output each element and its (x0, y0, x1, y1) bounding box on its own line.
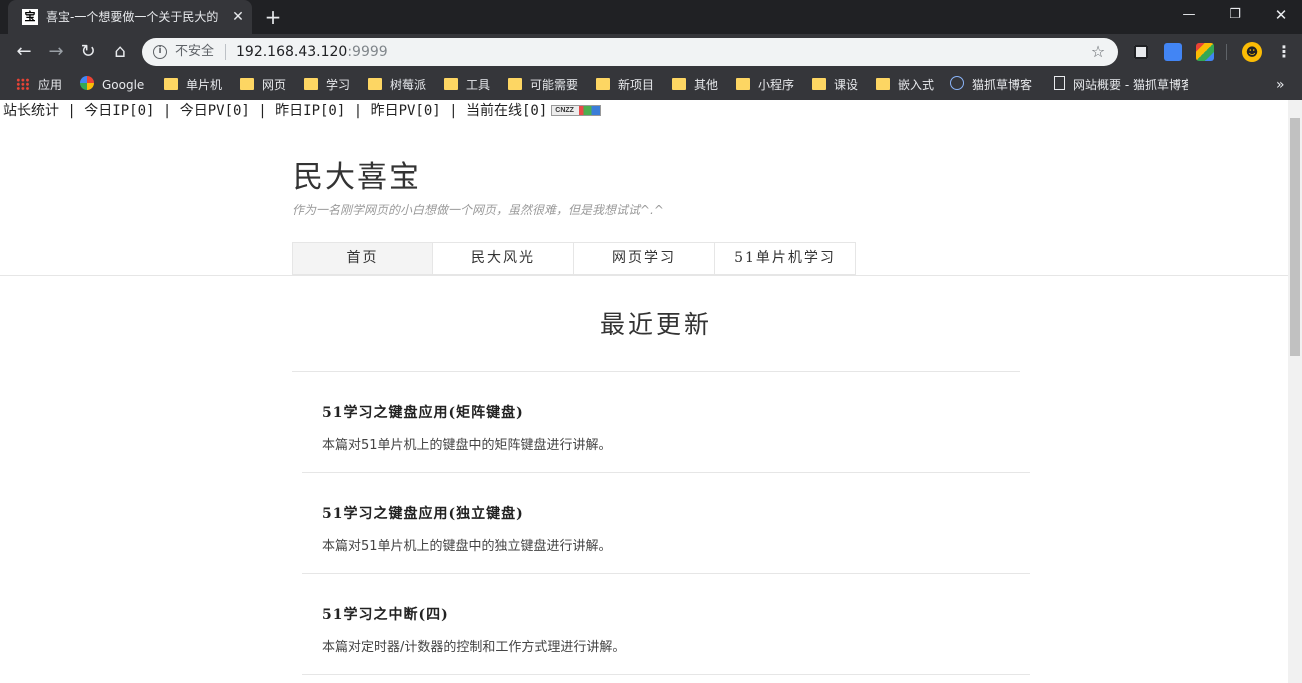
scrollbar-thumb[interactable] (1290, 118, 1300, 356)
folder-icon (736, 78, 750, 90)
security-label[interactable]: 不安全 (175, 38, 214, 66)
url-port: :9999 (347, 44, 388, 60)
bookmark-label: 网站概要 - 猫抓草博客 (1073, 78, 1188, 92)
bookmark-folder[interactable]: 课设 (812, 70, 868, 100)
post-title[interactable]: 51学习之中断(四) (322, 604, 449, 624)
cnzz-badge-icon[interactable]: CNZZ (551, 105, 602, 116)
tab-favicon-icon: 宝 (22, 9, 38, 25)
site-stats: 站长统计 | 今日IP[0] | 今日PV[0] | 昨日IP[0] | 昨日P… (3, 102, 602, 120)
bookmark-label: 小程序 (758, 78, 795, 92)
bookmark-folder[interactable]: 小程序 (736, 70, 804, 100)
forward-arrow-icon[interactable]: → (44, 40, 68, 64)
extension-icon[interactable] (1164, 43, 1182, 61)
address-divider (225, 44, 226, 60)
tab-close-icon[interactable]: ✕ (230, 9, 246, 25)
post-description: 本篇对51单片机上的键盘中的独立键盘进行讲解。 (322, 539, 612, 554)
address-url[interactable]: 192.168.43.120:9999 (236, 38, 388, 66)
post-item[interactable]: 51学习之中断(四) 本篇对定时器/计数器的控制和工作方式理进行讲解。 (302, 574, 1030, 675)
folder-icon (596, 78, 610, 90)
site-info-icon[interactable]: i (153, 45, 167, 59)
google-icon (80, 76, 94, 90)
bookmark-folder[interactable]: 网页 (240, 70, 296, 100)
profile-avatar-icon[interactable]: ☻ (1242, 42, 1262, 62)
post-title[interactable]: 51学习之键盘应用(矩阵键盘) (322, 402, 524, 422)
bookmark-label: 嵌入式 (898, 78, 935, 92)
nav-divider (0, 275, 1288, 276)
bookmark-folder[interactable]: 学习 (304, 70, 360, 100)
nav-item-home[interactable]: 首页 (292, 242, 433, 275)
site-description: 作为一名刚学网页的小白想做一个网页，虽然很难，但是我想试试^.^ (292, 203, 664, 217)
page-viewport: 站长统计 | 今日IP[0] | 今日PV[0] | 昨日IP[0] | 昨日P… (0, 100, 1302, 683)
bookmark-folder[interactable]: 其他 (672, 70, 728, 100)
post-title[interactable]: 51学习之键盘应用(独立键盘) (322, 503, 524, 523)
folder-icon (876, 78, 890, 90)
folder-icon (508, 78, 522, 90)
bookmark-item[interactable]: 网站概要 - 猫抓草博客 (1054, 70, 1188, 100)
toolbar-divider (1226, 44, 1227, 60)
bookmark-folder[interactable]: 树莓派 (368, 70, 436, 100)
bookmark-label: 可能需要 (530, 78, 579, 92)
folder-icon (164, 78, 178, 90)
main-nav: 首页 民大风光 网页学习 51单片机学习 (292, 242, 856, 275)
bookmark-label: 应用 (38, 78, 63, 92)
bookmark-label: 学习 (326, 78, 351, 92)
bookmark-label: 树莓派 (390, 78, 427, 92)
post-item[interactable]: 51学习之键盘应用(矩阵键盘) 本篇对51单片机上的键盘中的矩阵键盘进行讲解。 (302, 372, 1030, 473)
window-minimize-button[interactable]: — (1166, 0, 1212, 30)
folder-icon (672, 78, 686, 90)
section-title: 最近更新 (599, 310, 712, 339)
folder-icon (240, 78, 254, 90)
browser-title-bar: 宝 喜宝-一个想要做一个关于民大的 ✕ + — ❐ ✕ (0, 0, 1302, 34)
post-description: 本篇对定时器/计数器的控制和工作方式理进行讲解。 (322, 640, 626, 655)
bookmark-label: 新项目 (618, 78, 655, 92)
bookmark-label: 工具 (466, 78, 491, 92)
folder-icon (812, 78, 826, 90)
home-icon[interactable]: ⌂ (108, 40, 132, 64)
folder-icon (444, 78, 458, 90)
bookmark-folder[interactable]: 单片机 (164, 70, 232, 100)
window-close-button[interactable]: ✕ (1258, 0, 1302, 30)
extension-icon[interactable] (1132, 43, 1150, 61)
bookmark-folder[interactable]: 可能需要 (508, 70, 588, 100)
bookmark-label: 课设 (834, 78, 859, 92)
vertical-scrollbar[interactable] (1288, 100, 1302, 683)
post-item[interactable]: 51学习之键盘应用(独立键盘) 本篇对51单片机上的键盘中的独立键盘进行讲解。 (302, 473, 1030, 574)
folder-icon (304, 78, 318, 90)
site-title[interactable]: 民大喜宝 (293, 152, 421, 196)
chevron-double-right-icon[interactable]: » (1276, 70, 1285, 100)
nav-item-51-mcu-learning[interactable]: 51单片机学习 (715, 242, 856, 275)
new-tab-button[interactable]: + (262, 5, 284, 29)
bookmark-item[interactable]: 猫抓草博客 (950, 70, 1046, 100)
bookmarks-bar: 应用 Google 单片机 网页 学习 树莓派 工具 可能需要 新项目 其他 小… (0, 70, 1302, 100)
nav-item-web-learning[interactable]: 网页学习 (574, 242, 715, 275)
site-icon (950, 76, 964, 90)
page-icon (1054, 76, 1065, 90)
address-bar[interactable]: i 不安全 192.168.43.120:9999 ☆ (142, 38, 1118, 66)
bookmark-label: 单片机 (186, 78, 223, 92)
bookmark-label: 网页 (262, 78, 287, 92)
extension-icon[interactable] (1196, 43, 1214, 61)
post-description: 本篇对51单片机上的键盘中的矩阵键盘进行讲解。 (322, 438, 612, 453)
bookmark-item[interactable]: 应用 (16, 70, 76, 100)
bookmark-label: 其他 (694, 78, 719, 92)
apps-icon (16, 78, 30, 90)
bookmark-folder[interactable]: 工具 (444, 70, 500, 100)
bookmark-star-icon[interactable]: ☆ (1088, 42, 1108, 62)
bookmark-folder[interactable]: 新项目 (596, 70, 664, 100)
nav-item-scenery[interactable]: 民大风光 (433, 242, 574, 275)
folder-icon (368, 78, 382, 90)
browser-toolbar: ← → ↻ ⌂ i 不安全 192.168.43.120:9999 ☆ ☻ ⋮ (0, 34, 1302, 70)
back-arrow-icon[interactable]: ← (12, 40, 36, 64)
tab-title: 喜宝-一个想要做一个关于民大的 (46, 10, 219, 24)
browser-menu-icon[interactable]: ⋮ (1276, 40, 1292, 64)
bookmark-label: 猫抓草博客 (972, 78, 1033, 92)
bookmark-label: Google (102, 78, 145, 92)
url-host: 192.168.43.120 (236, 44, 348, 60)
reload-icon[interactable]: ↻ (76, 40, 100, 64)
bookmark-item[interactable]: Google (80, 70, 160, 100)
window-restore-button[interactable]: ❐ (1212, 0, 1258, 30)
stats-text[interactable]: 站长统计 | 今日IP[0] | 今日PV[0] | 昨日IP[0] | 昨日P… (3, 103, 547, 119)
bookmark-folder[interactable]: 嵌入式 (876, 70, 944, 100)
browser-tab[interactable]: 宝 喜宝-一个想要做一个关于民大的 ✕ (8, 0, 252, 34)
